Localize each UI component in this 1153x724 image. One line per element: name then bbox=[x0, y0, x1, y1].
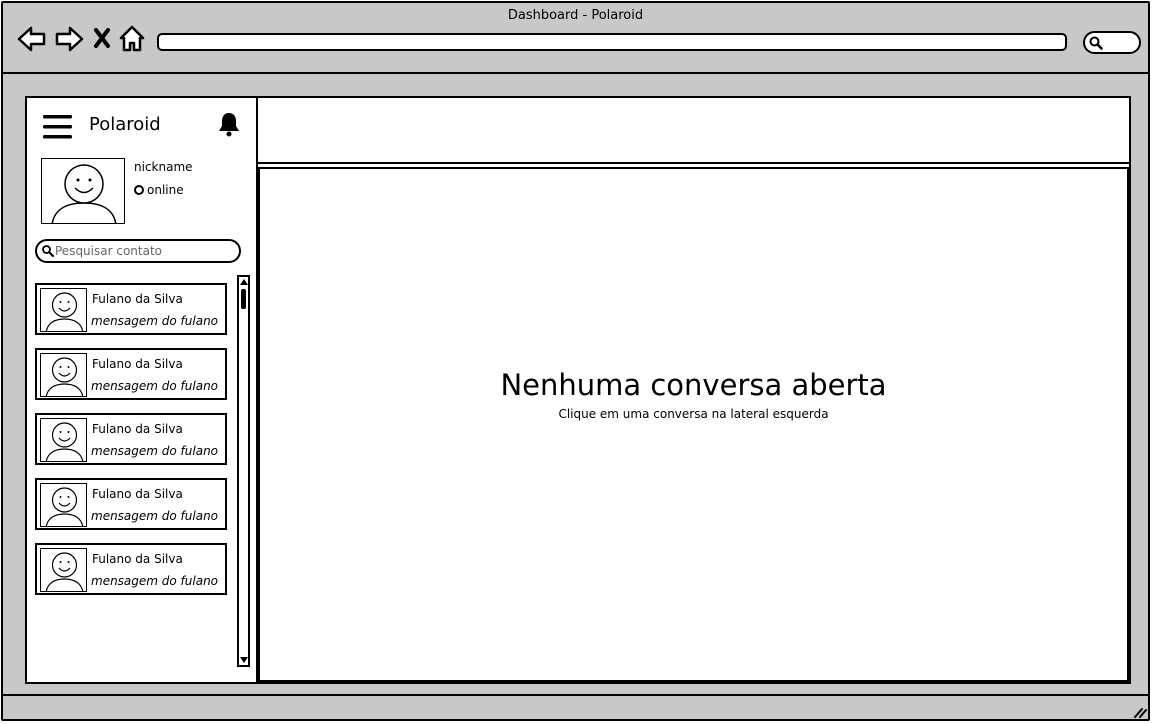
arrow-left-icon[interactable] bbox=[17, 25, 47, 53]
contact-name: Fulano da Silva bbox=[92, 552, 183, 566]
user-face-icon bbox=[45, 357, 84, 396]
sidebar: Polaroid nickname online Pesquisar conta… bbox=[27, 98, 258, 682]
status-radio-icon bbox=[134, 185, 144, 195]
contact-search-input[interactable] bbox=[55, 242, 235, 260]
close-icon[interactable] bbox=[93, 27, 111, 49]
chat-area: Nenhuma conversa aberta Clique em uma co… bbox=[258, 167, 1129, 682]
empty-state-subtitle: Clique em uma conversa na lateral esquer… bbox=[558, 407, 829, 421]
window-title: Dashboard - Polaroid bbox=[507, 8, 644, 23]
contact-last-message: mensagem do fulano bbox=[91, 444, 219, 458]
contact-name: Fulano da Silva bbox=[92, 357, 183, 371]
contact-avatar bbox=[40, 288, 87, 332]
contact-last-message: mensagem do fulano bbox=[91, 379, 219, 393]
contact-avatar bbox=[40, 548, 87, 592]
contact-item[interactable]: Fulano da Silva mensagem do fulano bbox=[35, 348, 227, 400]
contact-name: Fulano da Silva bbox=[92, 292, 183, 306]
user-face-icon bbox=[51, 164, 117, 223]
contact-item[interactable]: Fulano da Silva mensagem do fulano bbox=[35, 543, 227, 595]
contact-last-message: mensagem do fulano bbox=[91, 314, 219, 328]
scroll-thumb[interactable] bbox=[241, 289, 246, 309]
status-label: online bbox=[147, 183, 184, 197]
statusbar-divider bbox=[3, 694, 1148, 696]
browser-window: Dashboard - Polaroid Polaroid nickname o… bbox=[1, 1, 1150, 721]
profile-status: online bbox=[134, 183, 184, 197]
user-face-icon bbox=[45, 292, 84, 331]
contact-last-message: mensagem do fulano bbox=[91, 509, 219, 523]
contact-avatar bbox=[40, 483, 87, 527]
profile-avatar[interactable] bbox=[41, 158, 125, 224]
address-bar[interactable] bbox=[157, 33, 1067, 51]
contact-item[interactable]: Fulano da Silva mensagem do fulano bbox=[35, 478, 227, 530]
contact-avatar bbox=[40, 418, 87, 462]
arrow-right-icon[interactable] bbox=[54, 25, 84, 53]
app-name: Polaroid bbox=[89, 114, 161, 135]
contact-search[interactable] bbox=[35, 239, 241, 263]
user-face-icon bbox=[45, 422, 84, 461]
contact-item[interactable]: Fulano da Silva mensagem do fulano bbox=[35, 283, 227, 335]
user-face-icon bbox=[45, 487, 84, 526]
hamburger-menu-icon[interactable] bbox=[43, 114, 73, 140]
chat-header bbox=[256, 98, 1129, 164]
contact-name: Fulano da Silva bbox=[92, 487, 183, 501]
contact-item[interactable]: Fulano da Silva mensagem do fulano bbox=[35, 413, 227, 465]
contact-avatar bbox=[40, 353, 87, 397]
scroll-up-arrow-icon[interactable] bbox=[240, 278, 248, 286]
search-icon bbox=[1089, 36, 1103, 50]
scroll-down-arrow-icon[interactable] bbox=[240, 656, 248, 664]
contact-name: Fulano da Silva bbox=[92, 422, 183, 436]
empty-state-title: Nenhuma conversa aberta bbox=[500, 368, 887, 402]
resize-grip-icon[interactable] bbox=[1133, 706, 1147, 718]
profile-nickname: nickname bbox=[134, 160, 193, 174]
toolbar-divider bbox=[3, 72, 1148, 74]
browser-search-field[interactable] bbox=[1083, 31, 1141, 54]
page-viewport: Polaroid nickname online Pesquisar conta… bbox=[25, 96, 1131, 684]
user-face-icon bbox=[45, 552, 84, 591]
contact-list-scrollbar[interactable] bbox=[237, 275, 250, 667]
home-icon[interactable] bbox=[119, 25, 145, 53]
contact-last-message: mensagem do fulano bbox=[91, 574, 219, 588]
bell-icon[interactable] bbox=[216, 111, 242, 137]
search-icon bbox=[42, 245, 54, 257]
